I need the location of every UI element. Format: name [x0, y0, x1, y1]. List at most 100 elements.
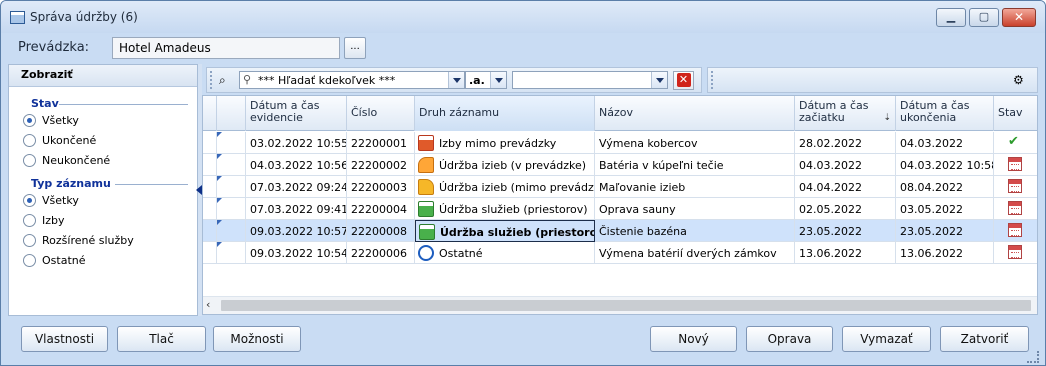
- cell-cislo: 22200006: [347, 242, 415, 264]
- secondary-toolbar: ⚙: [707, 67, 1038, 93]
- prevadzka-field[interactable]: Hotel Amadeus: [112, 37, 340, 59]
- table-row[interactable]: 03.02.2022 10:55 22200001 Izby mimo prevád…: [203, 132, 1037, 154]
- row-marker: [217, 176, 246, 198]
- vlastnosti-button[interactable]: Vlastnosti: [21, 326, 108, 352]
- match-mode-value: .a.: [469, 74, 485, 87]
- cell-stav: ✔: [994, 132, 1037, 154]
- cell-evidencia-text: 09.03.2022 10:57: [250, 225, 347, 238]
- table-row[interactable]: 04.03.2022 10:56 22200002 Údržba izieb (v …: [203, 154, 1037, 176]
- scroll-left-icon[interactable]: ‹: [206, 298, 210, 311]
- header-indicator: [203, 96, 217, 131]
- header-ukoncenie[interactable]: Dátum a čas ukončenia: [896, 96, 994, 131]
- vymazat-button[interactable]: Vymazať: [842, 326, 931, 352]
- cell-nazov: Výmena batérií dverých zámkov: [595, 242, 795, 264]
- filter-panel: Zobraziť Stav Všetky Ukončené Neukončené…: [8, 64, 198, 316]
- moznosti-button[interactable]: Možnosti: [213, 326, 301, 352]
- cell-zaciatok-text: 23.05.2022: [799, 225, 862, 238]
- cell-ukoncenie-text: 23.05.2022: [900, 225, 963, 238]
- toolbar-grip[interactable]: [210, 71, 212, 89]
- oprava-button[interactable]: Oprava: [746, 326, 833, 352]
- typ-section-title: Typ záznamu: [31, 177, 111, 190]
- grid-header: Dátum a čas evidencie Číslo Druh záznamu…: [203, 96, 1037, 131]
- search-toolbar: ⌕ ⚲ *** Hľadať kdekoľvek *** .a. ✕: [206, 67, 702, 93]
- cell-evidencia: 07.03.2022 09:41: [246, 198, 347, 220]
- close-icon: ✕: [1013, 10, 1025, 24]
- tlac-button[interactable]: Tlač: [117, 326, 206, 352]
- chevron-down-icon[interactable]: [651, 72, 667, 88]
- toolbar-grip[interactable]: [711, 71, 713, 89]
- calendar-icon: [1008, 179, 1022, 193]
- prevadzka-browse-button[interactable]: ...: [344, 37, 366, 59]
- header-druh[interactable]: Druh záznamu: [415, 96, 595, 131]
- cell-nazov: Výmena kobercov: [595, 132, 795, 154]
- cell-ukoncenie: 04.03.2022: [896, 132, 994, 154]
- header-zaciatok[interactable]: Dátum a čas začiatku ⇣: [795, 96, 896, 131]
- prevadzka-label: Prevádzka:: [18, 40, 90, 55]
- cell-nazov: Maľovanie izieb: [595, 176, 795, 198]
- cell-evidencia-text: 03.02.2022 10:55: [250, 137, 347, 150]
- table-row[interactable]: 09.03.2022 10:54 22200006 Ostatné Výmena ba…: [203, 242, 1037, 264]
- cell-evidencia: 03.02.2022 10:55: [246, 132, 347, 154]
- row-indicator: [203, 154, 217, 176]
- window-title: Správa údržby (6): [30, 10, 138, 24]
- search-combo[interactable]: ⚲ *** Hľadať kdekoľvek ***: [239, 71, 465, 89]
- resize-grip-icon[interactable]: [1027, 351, 1039, 363]
- cell-nazov-text: Oprava sauny: [599, 203, 676, 216]
- title-bar: Správa údržby (6) ▁ ▢ ✕: [1, 1, 1045, 33]
- radio-icon: [23, 214, 36, 227]
- chevron-down-icon[interactable]: [448, 72, 464, 88]
- binoculars-icon[interactable]: ⌕: [219, 73, 226, 88]
- table-row[interactable]: 07.03.2022 09:24 22200003 Údržba izieb (mi…: [203, 176, 1037, 198]
- scroll-thumb[interactable]: [221, 300, 1031, 311]
- novy-button[interactable]: Nový: [650, 326, 737, 352]
- cell-zaciatok: 04.04.2022: [795, 176, 896, 198]
- cell-druh-text: Izby mimo prevádzky: [439, 137, 557, 150]
- clear-filter-button[interactable]: ✕: [673, 71, 694, 90]
- table-row[interactable]: 09.03.2022 10:57 22200008 Údržba služieb (…: [203, 220, 1037, 242]
- radio-selected-icon: [23, 114, 36, 127]
- horizontal-scrollbar[interactable]: ‹: [203, 296, 1037, 314]
- minimize-button[interactable]: ▁: [936, 8, 966, 27]
- close-button[interactable]: ✕: [1002, 8, 1036, 27]
- cell-druh-text: Údržba služieb (priestorov): [439, 203, 588, 216]
- table-row[interactable]: 07.03.2022 09:41 22200004 Údržba služieb (…: [203, 198, 1037, 220]
- zatvorit-button[interactable]: Zatvoriť: [940, 326, 1029, 352]
- cell-ukoncenie: 04.03.2022 10:58: [896, 154, 994, 176]
- row-marker: [217, 132, 246, 154]
- header-evidencia[interactable]: Dátum a čas evidencie: [246, 96, 347, 131]
- row-marker-icon: [217, 242, 222, 247]
- cell-cislo: 22200004: [347, 198, 415, 220]
- cell-druh: Údržba izieb (v prevádzke): [415, 154, 595, 176]
- match-mode-select[interactable]: .a.: [465, 71, 507, 89]
- sluzby-icon: [418, 201, 434, 217]
- cell-evidencia: 09.03.2022 10:54: [246, 242, 347, 264]
- row-marker-icon: [217, 154, 222, 159]
- cell-ukoncenie-text: 04.03.2022 10:58: [900, 159, 994, 172]
- chevron-down-icon[interactable]: [490, 72, 506, 88]
- cell-druh: Izby mimo prevádzky: [415, 132, 595, 154]
- row-indicator: [203, 198, 217, 220]
- izby-mimo2-icon: [418, 179, 434, 195]
- cell-evidencia: 07.03.2022 09:24: [246, 176, 347, 198]
- clear-icon: ✕: [676, 73, 691, 87]
- header-zaciatok-label: Dátum a čas začiatku: [799, 99, 869, 124]
- row-marker: [217, 154, 246, 176]
- cell-druh: Údržba služieb (priestorov): [415, 220, 595, 242]
- header-stav[interactable]: Stav: [994, 96, 1037, 131]
- cell-druh: Údržba služieb (priestorov): [415, 198, 595, 220]
- header-cislo[interactable]: Číslo: [347, 96, 415, 131]
- cell-nazov: Batéria v kúpeľni tečie: [595, 154, 795, 176]
- cell-evidencia-text: 07.03.2022 09:24: [250, 181, 347, 194]
- maximize-button[interactable]: ▢: [969, 8, 999, 27]
- filter-settings-icon[interactable]: ⚙: [1013, 73, 1024, 87]
- search-value-select[interactable]: [512, 71, 668, 89]
- header-nazov[interactable]: Názov: [595, 96, 795, 131]
- row-marker-icon: [217, 198, 222, 203]
- records-grid: Dátum a čas evidencie Číslo Druh záznamu…: [202, 95, 1038, 315]
- cell-stav: [994, 154, 1037, 176]
- cell-zaciatok-text: 13.06.2022: [799, 247, 862, 260]
- ostatne-icon: [418, 245, 434, 261]
- calendar-icon: [1008, 201, 1022, 215]
- typ-divider: [115, 184, 188, 185]
- cell-cislo: 22200008: [347, 220, 415, 242]
